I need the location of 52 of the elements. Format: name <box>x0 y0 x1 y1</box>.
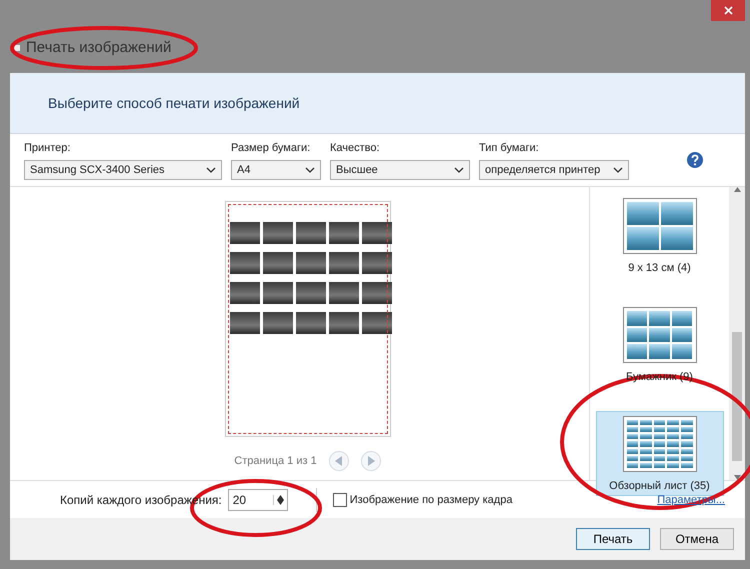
help-icon[interactable] <box>687 152 703 168</box>
photo-placeholder <box>230 222 260 244</box>
chevron-icon <box>613 167 623 173</box>
layout-option[interactable]: 9 x 13 см (4) <box>596 193 724 278</box>
layout-option[interactable]: Обзорный лист (35) <box>596 411 724 496</box>
field-label: Тип бумаги: <box>479 142 540 154</box>
photo-placeholder <box>296 222 326 244</box>
dropdown[interactable]: определяется принтер <box>479 160 629 180</box>
photo-placeholder <box>230 282 260 304</box>
close-icon <box>724 6 732 15</box>
dropdown[interactable]: A4 <box>231 160 321 180</box>
photo-placeholder <box>296 312 326 334</box>
photo-placeholder <box>362 222 392 244</box>
photo-placeholder <box>262 312 292 334</box>
field-label: Качество: <box>330 142 381 154</box>
chevron-icon <box>206 167 216 173</box>
dialog-button[interactable]: Печать <box>576 528 650 550</box>
scroll-down-icon[interactable] <box>734 475 740 480</box>
field-label: Принтер: <box>24 142 72 154</box>
dropdown[interactable]: Высшее <box>330 160 470 180</box>
field-label: Размер бумаги: <box>231 142 312 154</box>
photo-placeholder <box>328 312 358 334</box>
increment-icon[interactable] <box>276 494 284 500</box>
photo-placeholder <box>362 252 392 274</box>
checkbox[interactable] <box>332 492 347 506</box>
copies-spinbox[interactable]: 20 <box>228 488 288 510</box>
decrement-icon[interactable] <box>276 500 284 504</box>
photo-placeholder <box>230 252 260 274</box>
photo-placeholder <box>362 282 392 304</box>
left-triangle-icon <box>334 456 343 466</box>
photo-placeholder <box>262 282 292 304</box>
photo-placeholder <box>328 282 358 304</box>
photo-placeholder <box>230 312 260 334</box>
dropdown[interactable]: Samsung SCX-3400 Series <box>24 160 222 180</box>
dialog-heading: Выберите способ печати изображений <box>48 95 300 111</box>
photo-placeholder <box>328 222 358 244</box>
scrollbar[interactable] <box>729 187 745 480</box>
chevron-icon <box>305 167 315 173</box>
photo-placeholder <box>362 312 392 334</box>
page-indicator: Страница 1 из 1 <box>234 455 317 467</box>
close-button[interactable] <box>711 0 745 21</box>
photo-placeholder <box>328 252 358 274</box>
chevron-icon <box>454 167 464 173</box>
dialog-button[interactable]: Отмена <box>660 528 734 550</box>
photo-placeholder <box>296 252 326 274</box>
checkbox-label: Изображение по размеру кадра <box>350 494 512 506</box>
scroll-up-icon[interactable] <box>734 187 740 192</box>
window-title: Печать изображений <box>26 39 172 56</box>
right-triangle-icon <box>366 456 375 466</box>
photo-placeholder <box>262 222 292 244</box>
photo-placeholder <box>262 252 292 274</box>
photo-placeholder <box>296 282 326 304</box>
